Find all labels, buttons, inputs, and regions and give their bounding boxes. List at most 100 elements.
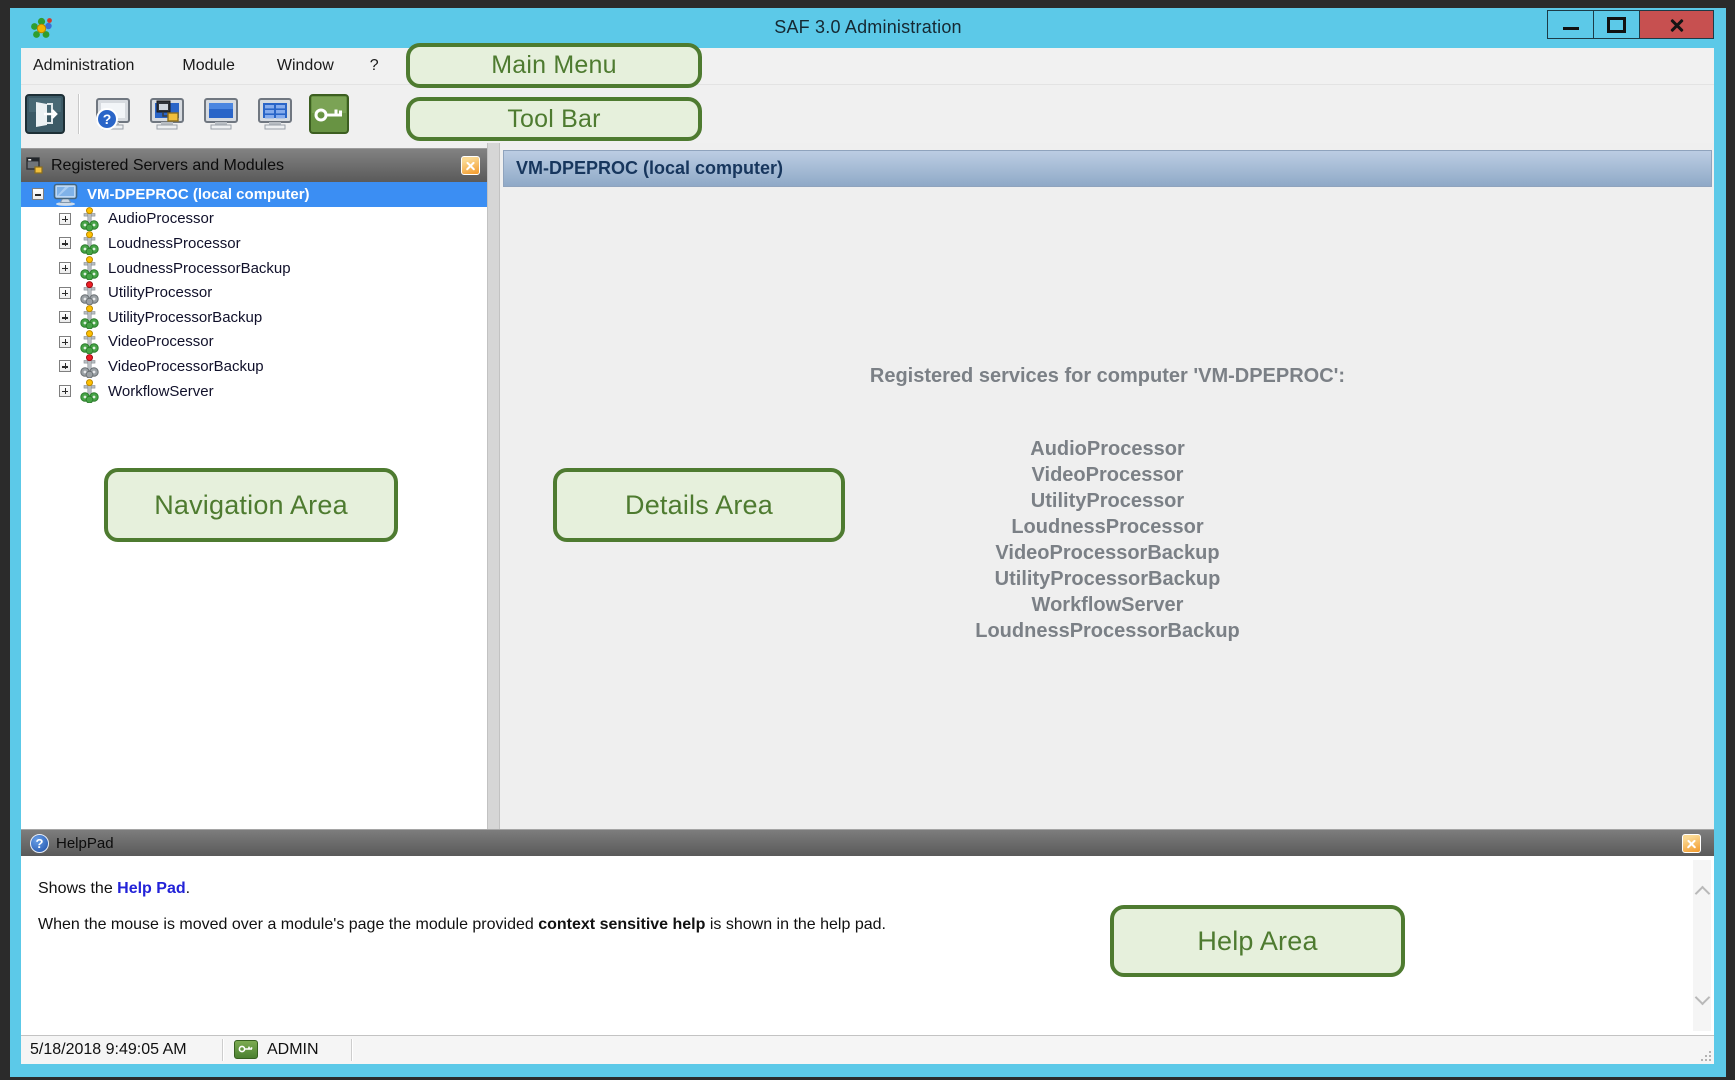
user-key-icon xyxy=(234,1040,258,1059)
resize-grip[interactable] xyxy=(1699,1049,1711,1061)
exit-button[interactable] xyxy=(24,93,66,135)
menu-bar: Administration Module Window ? xyxy=(21,48,1714,84)
menu-item-administration[interactable]: Administration xyxy=(23,51,144,81)
navigation-panel-header: Registered Servers and Modules xyxy=(21,148,487,182)
close-icon xyxy=(1668,16,1686,34)
screenshot-root: SAF 3.0 Administration Administration Mo… xyxy=(0,0,1735,1080)
window-controls xyxy=(1548,10,1714,39)
exit-icon xyxy=(25,94,65,134)
expand-icon[interactable] xyxy=(59,336,71,348)
helppad-title: HelpPad xyxy=(56,835,114,852)
tree-row-service[interactable]: AudioProcessor xyxy=(21,207,487,232)
expand-icon[interactable] xyxy=(59,262,71,274)
close-panel-icon[interactable] xyxy=(461,156,480,175)
help-pad-link[interactable]: Help Pad xyxy=(117,880,185,897)
help-text-line1: Shows the Help Pad. xyxy=(38,880,190,898)
tree-item-label: VideoProcessor xyxy=(108,333,214,350)
tree-item-label: UtilityProcessor xyxy=(108,284,212,301)
tree-row-service[interactable]: UtilityProcessorBackup xyxy=(21,305,487,330)
help-text-line2: When the mouse is moved over a module's … xyxy=(38,916,886,934)
title-bar: SAF 3.0 Administration xyxy=(10,8,1726,48)
collapse-icon[interactable] xyxy=(32,188,44,200)
helppad-toggle-button[interactable]: ? xyxy=(92,93,134,135)
panel-window-icon xyxy=(26,157,43,174)
menu-item-help[interactable]: ? xyxy=(360,51,389,81)
close-button[interactable] xyxy=(1639,10,1714,39)
statusbar-separator xyxy=(351,1039,353,1061)
tree-row-root[interactable]: VM-DPEPROC (local computer) xyxy=(21,182,487,207)
expand-icon[interactable] xyxy=(59,213,71,225)
tree-row-service[interactable]: LoudnessProcessorBackup xyxy=(21,256,487,281)
annotation-help-area: Help Area xyxy=(1110,905,1405,977)
menu-item-window[interactable]: Window xyxy=(267,51,344,81)
tree-row-service[interactable]: VideoProcessor xyxy=(21,330,487,355)
tree-item-label: LoudnessProcessorBackup xyxy=(108,260,291,277)
helppad-content: Shows the Help Pad. When the mouse is mo… xyxy=(21,856,1714,1035)
tree-item-label: AudioProcessor xyxy=(108,210,214,227)
service-gears-icon xyxy=(80,207,99,231)
service-gears-icon xyxy=(80,379,99,403)
helppad-icon: ? xyxy=(93,94,133,134)
window-title: SAF 3.0 Administration xyxy=(10,17,1726,38)
expand-icon[interactable] xyxy=(59,237,71,249)
details-panel-header: VM-DPEPROC (local computer) xyxy=(503,150,1712,187)
scroll-up-icon[interactable] xyxy=(1695,886,1711,902)
tree-row-service[interactable]: LoudnessProcessor xyxy=(21,231,487,256)
expand-icon[interactable] xyxy=(59,360,71,372)
details-view-button[interactable] xyxy=(200,93,242,135)
service-gears-icon xyxy=(80,256,99,280)
app-window: SAF 3.0 Administration Administration Mo… xyxy=(10,8,1726,1077)
panel-splitter[interactable] xyxy=(487,143,500,829)
close-helppad-icon[interactable] xyxy=(1682,834,1701,853)
minimize-icon xyxy=(1563,27,1579,30)
navigation-panel-title: Registered Servers and Modules xyxy=(51,157,284,175)
annotation-main-menu: Main Menu xyxy=(406,43,702,88)
status-datetime: 5/18/2018 9:49:05 AM xyxy=(30,1041,187,1059)
navigation-toggle-button[interactable] xyxy=(146,93,188,135)
status-bar: 5/18/2018 9:49:05 AM ADMIN xyxy=(21,1035,1714,1064)
expand-icon[interactable] xyxy=(59,311,71,323)
annotation-details-area: Details Area xyxy=(553,468,845,542)
tree-row-service[interactable]: WorkflowServer xyxy=(21,379,487,404)
tree-item-label: UtilityProcessorBackup xyxy=(108,309,262,326)
help-text: is shown in the help pad. xyxy=(705,916,886,933)
expand-icon[interactable] xyxy=(59,385,71,397)
tiled-view-button[interactable] xyxy=(254,93,296,135)
tree-item-label: VideoProcessorBackup xyxy=(108,358,264,375)
key-icon xyxy=(309,94,349,134)
details-panel-title: VM-DPEPROC (local computer) xyxy=(516,158,783,179)
help-icon: ? xyxy=(30,834,49,853)
helppad-header: ? HelpPad xyxy=(21,829,1714,857)
menu-item-module[interactable]: Module xyxy=(172,51,244,81)
service-gears-icon xyxy=(80,281,99,305)
service-name: WorkflowServer xyxy=(503,592,1712,618)
navigation-icon xyxy=(147,94,187,134)
maximize-icon xyxy=(1607,17,1626,33)
service-gears-icon xyxy=(80,330,99,354)
help-text: . xyxy=(186,880,190,897)
tool-bar: ? xyxy=(21,84,1714,144)
help-text: When the mouse is moved over a module's … xyxy=(38,916,538,933)
service-name: UtilityProcessorBackup xyxy=(503,566,1712,592)
help-text: Shows the xyxy=(38,880,117,897)
window-client-area: Administration Module Window ? xyxy=(21,48,1714,1064)
scroll-down-icon[interactable] xyxy=(1695,990,1711,1006)
tree-row-service[interactable]: VideoProcessorBackup xyxy=(21,354,487,379)
service-name: LoudnessProcessorBackup xyxy=(503,618,1712,644)
tree-item-label: WorkflowServer xyxy=(108,383,214,400)
service-name: AudioProcessor xyxy=(503,436,1712,462)
maximize-button[interactable] xyxy=(1593,10,1640,39)
details-icon xyxy=(201,94,241,134)
help-scrollbar[interactable] xyxy=(1693,860,1711,1031)
minimize-button[interactable] xyxy=(1547,10,1594,39)
question-glyph: ? xyxy=(103,111,112,127)
expand-icon[interactable] xyxy=(59,287,71,299)
statusbar-separator xyxy=(222,1039,224,1061)
security-button[interactable] xyxy=(308,93,350,135)
help-text-bold: context sensitive help xyxy=(538,916,705,933)
tree-row-service[interactable]: UtilityProcessor xyxy=(21,280,487,305)
service-gears-icon xyxy=(80,231,99,255)
toolbar-separator xyxy=(78,94,80,134)
tiled-view-icon xyxy=(255,94,295,134)
annotation-tool-bar: Tool Bar xyxy=(406,97,702,141)
